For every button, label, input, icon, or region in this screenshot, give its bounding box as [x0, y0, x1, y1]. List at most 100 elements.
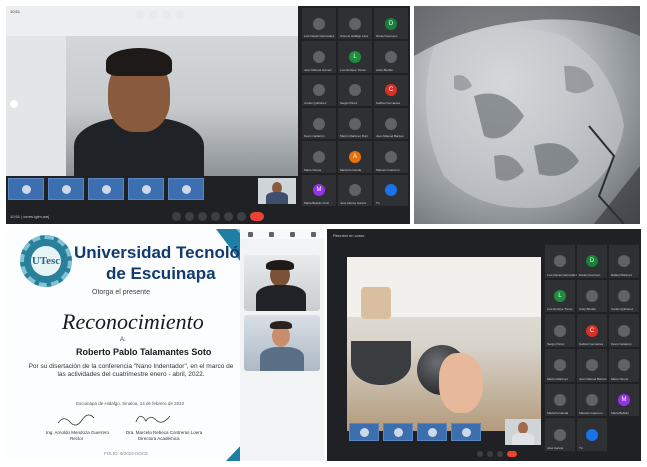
participant-tile[interactable]: Sergio Pérez	[338, 74, 372, 106]
pin-icon[interactable]	[10, 100, 18, 108]
more-options-button[interactable]	[237, 212, 246, 221]
participant-tile[interactable]: Kevin Calderón	[609, 314, 639, 347]
participant-tile[interactable]: Luis Daniel Hernández	[545, 245, 577, 278]
mini-tile[interactable]	[383, 423, 413, 441]
layout-icon[interactable]	[248, 231, 253, 237]
present-button[interactable]	[497, 451, 503, 457]
participant-tile[interactable]: C Gabriel Cervantes	[374, 74, 408, 106]
raise-hand-button[interactable]	[211, 212, 220, 221]
self-view[interactable]	[258, 178, 296, 204]
participant-name: Maria Beltrán Ortiz	[304, 201, 330, 205]
chat-icon[interactable]	[290, 231, 295, 237]
participant-name: Maria Beltrán	[611, 411, 629, 416]
participant-tile[interactable]: C Gabriel Cervantes	[577, 314, 607, 347]
signature-2	[134, 411, 174, 430]
settings-icon[interactable]	[311, 231, 316, 237]
cc-icon[interactable]	[136, 10, 145, 19]
participant-avatar	[313, 84, 325, 97]
camera-button[interactable]	[487, 451, 493, 457]
mini-tile[interactable]	[128, 178, 164, 200]
participant-name: Juan Manuel Barrios	[579, 376, 607, 381]
participant-tile[interactable]: D Daniel Guerrero	[374, 8, 408, 40]
participants-grid: Luis Daniel Hernández Antonio Hidalgo Lar…	[302, 8, 408, 206]
side-video-2[interactable]	[244, 315, 320, 371]
captions-button[interactable]	[198, 212, 207, 221]
side-toolbar	[240, 229, 324, 239]
participant-avatar	[385, 150, 397, 163]
participant-tile[interactable]: L Luis Enrique Torres	[545, 279, 575, 313]
participant-tile[interactable]: Kevin Calderón	[302, 108, 336, 140]
mini-tile[interactable]	[88, 178, 124, 200]
camera-button[interactable]	[185, 212, 194, 221]
participant-avatar	[618, 359, 630, 372]
participant-tile[interactable]: Mario Osuna	[302, 141, 336, 173]
participant-tile[interactable]: Luis Daniel Hernández	[302, 8, 336, 40]
self-view[interactable]	[505, 419, 541, 445]
participant-tile[interactable]: Maria Fernanda	[545, 383, 575, 417]
participant-name: Sergio Pérez	[340, 101, 358, 105]
certificate-document: UTesc Universidad Tecnológica de Escuina…	[6, 229, 274, 461]
mic-icon[interactable]	[149, 10, 158, 19]
mini-tile[interactable]	[8, 178, 44, 200]
participant-tile[interactable]: Sergio Pérez	[545, 314, 575, 347]
participants-grid: Luis Daniel Hernández D Daniel Guerrero Raf…	[545, 245, 639, 451]
main-presenter-video[interactable]	[347, 257, 541, 431]
participant-tile[interactable]: Andy Bonilla	[577, 279, 607, 313]
participant-tile[interactable]: D Daniel Guerrero	[577, 245, 607, 278]
participant-tile[interactable]: Juan Manuel Gómez	[302, 41, 336, 73]
mini-tile[interactable]	[48, 178, 84, 200]
mini-tile[interactable]	[349, 423, 379, 441]
participant-tile[interactable]: Martín Martínez	[545, 349, 575, 382]
participant-name: Maria Fernanda	[547, 411, 569, 416]
participant-tile[interactable]: Carlos Quiñónez	[302, 74, 336, 106]
participant-tile[interactable]: José García	[545, 418, 575, 451]
participant-tile[interactable]: Marcelo Guerrero	[374, 141, 408, 173]
end-call-button[interactable]	[250, 212, 264, 221]
participant-avatar	[554, 393, 566, 406]
participant-tile[interactable]: Antonio Hidalgo Lara	[338, 8, 372, 40]
participant-name: Sergio Pérez	[547, 342, 565, 346]
participant-tile[interactable]: Andy Bonilla	[374, 41, 408, 73]
participant-tile[interactable]: L Luis Enrique Torres	[338, 41, 372, 73]
people-icon[interactable]	[269, 231, 274, 237]
participant-tile[interactable]: José Alonso García	[338, 174, 372, 206]
signer2-role: Directora Académica	[138, 436, 180, 441]
participant-tile[interactable]: Carlos Quiñónez	[609, 279, 639, 313]
university-name-line2: de Escuinapa	[106, 264, 216, 283]
main-speaker-video[interactable]: 10:51	[6, 6, 298, 188]
info-icon[interactable]	[175, 10, 184, 19]
participant-tile[interactable]: Martín Martínez Ruiz	[338, 108, 372, 140]
sample-bowl	[351, 341, 411, 385]
university-logo: UTesc	[20, 235, 72, 287]
signature-1	[56, 413, 96, 431]
participant-name: Kevin Calderón	[611, 342, 632, 346]
participant-tile[interactable]: Tú	[374, 174, 408, 206]
participant-tile[interactable]: Tú	[577, 418, 607, 451]
participant-avatar: M	[618, 393, 630, 406]
participant-tile[interactable]: Mario Osuna	[609, 349, 639, 382]
participant-tile[interactable]: A Maria Fernanda	[338, 141, 372, 173]
mini-tile[interactable]	[168, 178, 204, 200]
participant-tile[interactable]: Marcelo Guerrero	[577, 383, 607, 417]
side-video-1[interactable]	[244, 255, 320, 311]
participant-avatar	[313, 150, 325, 163]
participant-tile[interactable]: M Maria Beltrán Ortiz	[302, 174, 336, 206]
participant-tile[interactable]: Juan Manuel Barrios	[374, 108, 408, 140]
participant-tile[interactable]: Rafael Martínez	[609, 245, 639, 278]
mini-tile[interactable]	[451, 423, 481, 441]
participant-name: Juan Manuel Barrios	[376, 134, 404, 139]
mic-button[interactable]	[477, 451, 483, 457]
participant-tile[interactable]: M Maria Beltrán	[609, 383, 639, 417]
present-button[interactable]	[224, 212, 233, 221]
participant-tile[interactable]: Juan Manuel Barrios	[577, 349, 607, 382]
end-call-button[interactable]	[507, 451, 517, 457]
camera-icon[interactable]	[162, 10, 171, 19]
mini-tile[interactable]	[417, 423, 447, 441]
call-controls	[172, 212, 264, 221]
signer1-role: Rector	[70, 436, 84, 441]
mic-button[interactable]	[172, 212, 181, 221]
participant-name: Daniel Guerrero	[579, 272, 601, 277]
participant-name: Andy Bonilla	[579, 307, 596, 312]
participant-avatar	[554, 359, 566, 372]
participant-avatar: C	[586, 324, 598, 337]
